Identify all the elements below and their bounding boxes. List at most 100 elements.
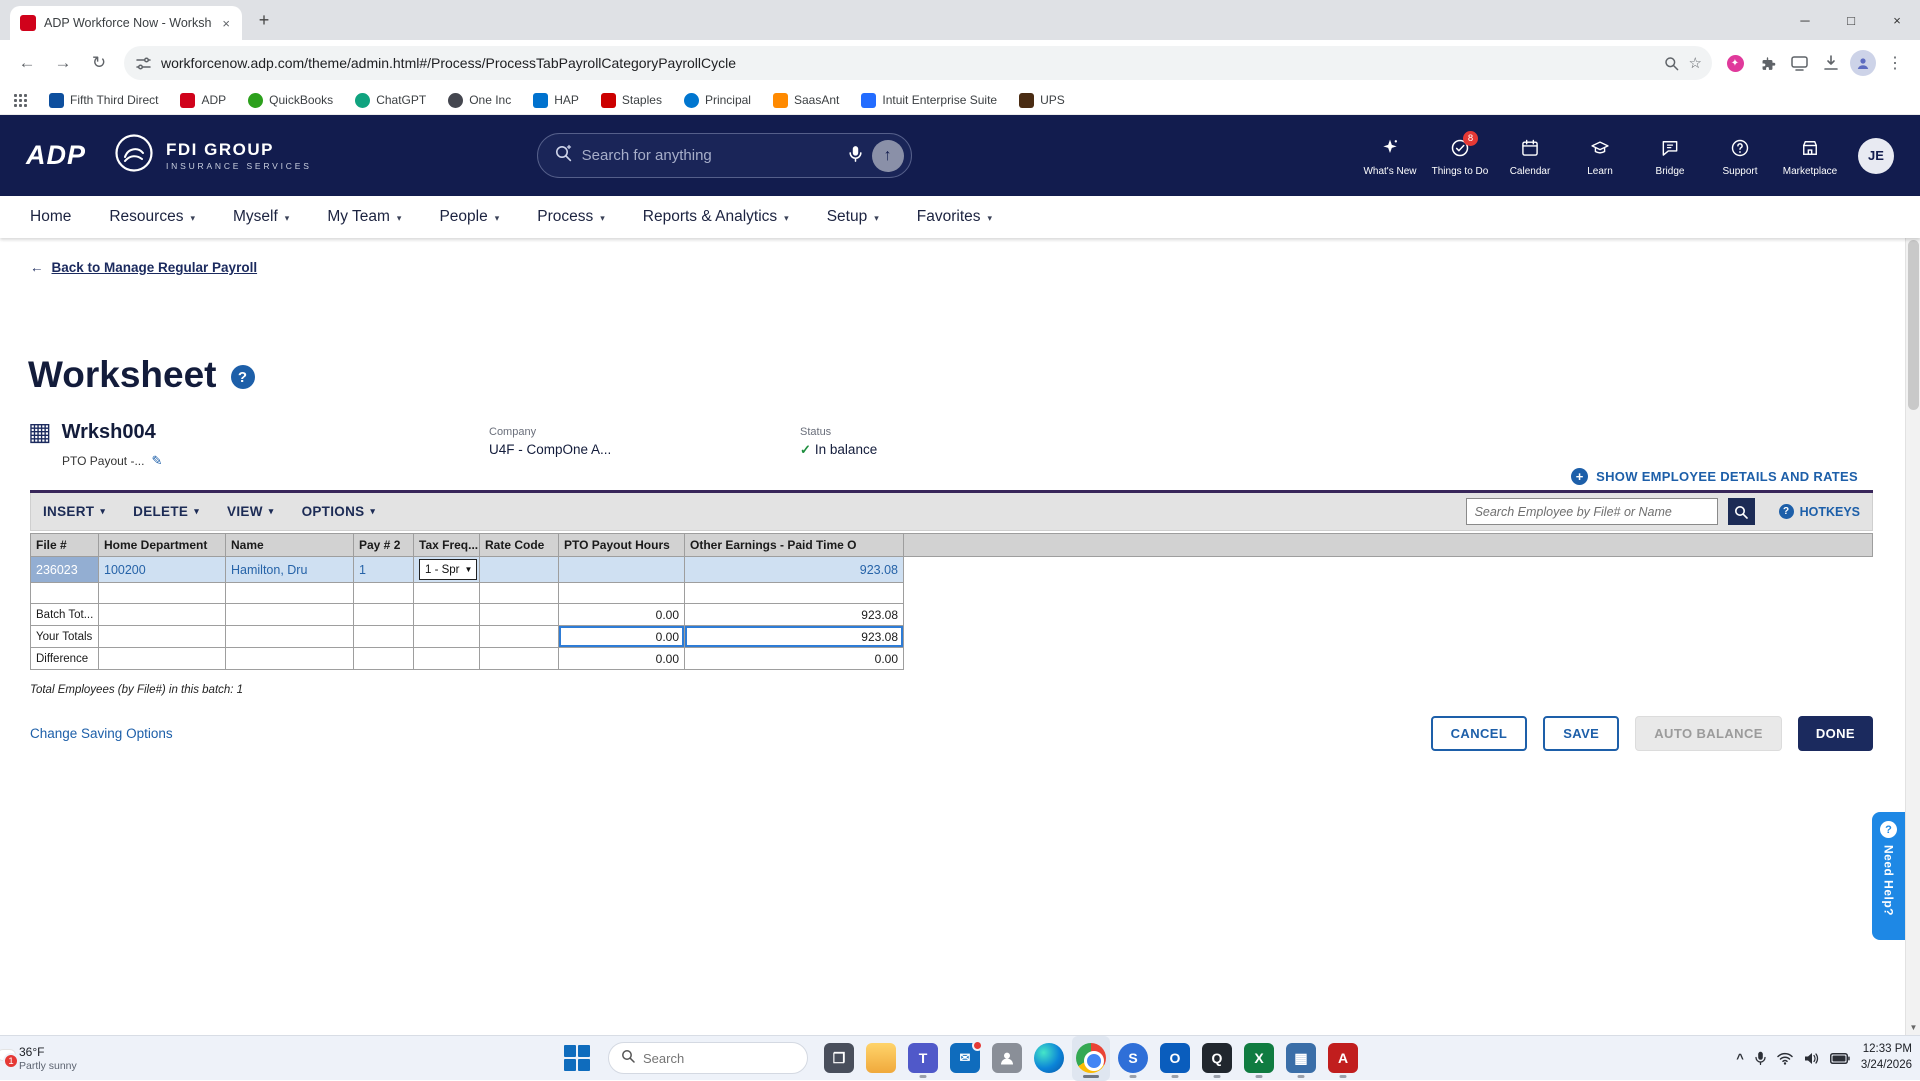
employee-search-button[interactable] bbox=[1727, 498, 1755, 525]
column-header[interactable]: Other Earnings - Paid Time O bbox=[685, 534, 904, 557]
refresh-button[interactable]: ↻ bbox=[82, 46, 116, 80]
bookmark-item[interactable]: HAP bbox=[533, 92, 579, 108]
calendar-button[interactable]: Calendar bbox=[1498, 135, 1562, 177]
back-to-payroll-link[interactable]: ← Back to Manage Regular Payroll bbox=[30, 260, 257, 275]
cell-pay-2[interactable]: 1 bbox=[354, 557, 414, 583]
cell-other-earnings[interactable]: 923.08 bbox=[685, 557, 904, 583]
file-explorer-button[interactable] bbox=[862, 1036, 900, 1081]
profile-avatar[interactable] bbox=[1848, 50, 1878, 76]
page-scrollbar[interactable]: ▼ bbox=[1905, 238, 1920, 1035]
scrollbar-thumb[interactable] bbox=[1908, 240, 1919, 410]
delete-menu-button[interactable]: DELETE ▾ bbox=[133, 504, 199, 519]
window-close-button[interactable]: × bbox=[1874, 0, 1920, 40]
nav-setup[interactable]: Setup ▾ bbox=[827, 208, 879, 226]
downloads-button[interactable] bbox=[1816, 55, 1846, 71]
column-header[interactable]: PTO Payout Hours bbox=[559, 534, 685, 557]
microphone-icon[interactable] bbox=[849, 145, 862, 167]
start-button[interactable] bbox=[558, 1036, 596, 1081]
save-to-device-icon[interactable] bbox=[1784, 55, 1814, 71]
cancel-button[interactable]: CANCEL bbox=[1430, 716, 1528, 751]
nav-people[interactable]: People ▾ bbox=[439, 208, 499, 226]
wifi-icon[interactable] bbox=[1777, 1052, 1793, 1065]
whats-new-button[interactable]: What's New bbox=[1358, 135, 1422, 177]
contacts-button[interactable] bbox=[988, 1036, 1026, 1081]
bookmark-item[interactable]: Intuit Enterprise Suite bbox=[861, 92, 997, 108]
hotkeys-link[interactable]: ? HOTKEYS bbox=[1778, 504, 1860, 519]
taskbar-search[interactable] bbox=[608, 1042, 808, 1074]
edge-button[interactable] bbox=[1030, 1036, 1068, 1081]
cell-file-number[interactable]: 236023 bbox=[31, 557, 99, 583]
bookmark-item[interactable]: Principal bbox=[683, 92, 751, 108]
bridge-button[interactable]: Bridge bbox=[1638, 135, 1702, 177]
extensions-puzzle-icon[interactable] bbox=[1752, 55, 1782, 72]
marketplace-button[interactable]: Marketplace bbox=[1778, 135, 1842, 177]
nav-resources[interactable]: Resources ▾ bbox=[109, 208, 195, 226]
bookmark-item[interactable]: UPS bbox=[1019, 92, 1065, 108]
teams-button[interactable]: T bbox=[904, 1036, 942, 1081]
scroll-down-arrow[interactable]: ▼ bbox=[1906, 1019, 1920, 1035]
column-header[interactable]: Pay # 2 bbox=[354, 534, 414, 557]
nav-process[interactable]: Process ▾ bbox=[537, 208, 605, 226]
quickbooks-button[interactable]: Q bbox=[1198, 1036, 1236, 1081]
help-icon[interactable]: ? bbox=[230, 365, 255, 389]
cell-pto-payout-hours[interactable] bbox=[559, 557, 685, 583]
bookmark-item[interactable]: SaasAnt bbox=[772, 92, 839, 108]
mail-button[interactable]: ✉ bbox=[946, 1036, 984, 1081]
employee-search-input[interactable] bbox=[1465, 498, 1718, 525]
skype-button[interactable]: S bbox=[1114, 1036, 1152, 1081]
options-menu-button[interactable]: OPTIONS ▾ bbox=[302, 504, 376, 519]
column-header[interactable]: Name bbox=[226, 534, 354, 557]
bookmark-item[interactable]: ChatGPT bbox=[355, 92, 426, 108]
browser-menu-icon[interactable]: ⋮ bbox=[1880, 53, 1910, 73]
battery-icon[interactable] bbox=[1829, 1052, 1850, 1064]
cell-tax-freq[interactable]: 1 - Spr ▼ bbox=[414, 557, 480, 583]
learn-button[interactable]: Learn bbox=[1568, 135, 1632, 177]
outlook-button[interactable]: O bbox=[1156, 1036, 1194, 1081]
extension-pink-icon[interactable]: ✦ bbox=[1720, 54, 1750, 72]
bookmark-item[interactable]: Staples bbox=[600, 92, 662, 108]
column-header[interactable]: Rate Code bbox=[480, 534, 559, 557]
global-search-input[interactable] bbox=[581, 147, 839, 164]
nav-myself[interactable]: Myself ▾ bbox=[233, 208, 289, 226]
view-menu-button[interactable]: VIEW ▾ bbox=[227, 504, 274, 519]
cell-home-department[interactable]: 100200 bbox=[99, 557, 226, 583]
empty-row[interactable] bbox=[31, 583, 1873, 604]
bookmark-item[interactable]: ADP bbox=[180, 92, 226, 108]
window-minimize-button[interactable]: ─ bbox=[1782, 0, 1828, 40]
support-button[interactable]: Support bbox=[1708, 135, 1772, 177]
column-header[interactable]: Home Department bbox=[99, 534, 226, 557]
your-total-pto-input[interactable]: 0.00 bbox=[559, 626, 685, 648]
mic-icon[interactable] bbox=[1755, 1051, 1766, 1065]
taskbar-search-input[interactable] bbox=[643, 1050, 773, 1066]
change-saving-options-link[interactable]: Change Saving Options bbox=[30, 726, 173, 741]
address-bar[interactable]: workforcenow.adp.com/theme/admin.html#/P… bbox=[124, 46, 1712, 80]
done-button[interactable]: DONE bbox=[1797, 716, 1873, 751]
bookmark-star-icon[interactable]: ☆ bbox=[1689, 54, 1702, 72]
nav-my-team[interactable]: My Team ▾ bbox=[327, 208, 401, 226]
excel-button[interactable]: X bbox=[1240, 1036, 1278, 1081]
insert-menu-button[interactable]: INSERT ▾ bbox=[43, 504, 105, 519]
taskbar-clock[interactable]: 12:33 PM 3/24/2026 bbox=[1861, 1042, 1912, 1073]
tray-expand-icon[interactable]: ^ bbox=[1736, 1051, 1744, 1066]
employee-row[interactable]: 236023 100200 Hamilton, Dru 1 1 - Spr ▼ … bbox=[31, 557, 1873, 583]
apps-grid-icon[interactable] bbox=[14, 93, 27, 107]
tab-close-icon[interactable]: × bbox=[220, 16, 232, 31]
lens-search-icon[interactable] bbox=[1664, 56, 1679, 71]
nav-reports-analytics[interactable]: Reports & Analytics ▾ bbox=[643, 208, 789, 226]
bookmark-item[interactable]: QuickBooks bbox=[248, 92, 333, 108]
cell-rate-code[interactable] bbox=[480, 557, 559, 583]
global-search[interactable]: ↑ bbox=[536, 133, 912, 178]
tax-frequency-select[interactable]: 1 - Spr ▼ bbox=[419, 559, 478, 580]
chrome-button[interactable] bbox=[1072, 1035, 1110, 1081]
back-button[interactable]: ← bbox=[10, 46, 44, 80]
browser-tab[interactable]: ADP Workforce Now - Workshe × bbox=[10, 6, 242, 40]
column-header[interactable]: Tax Freq... bbox=[414, 534, 480, 557]
save-button[interactable]: SAVE bbox=[1543, 716, 1620, 751]
user-avatar[interactable]: JE bbox=[1858, 137, 1894, 174]
nav-favorites[interactable]: Favorites ▾ bbox=[917, 208, 992, 226]
column-header[interactable]: File # bbox=[31, 534, 99, 557]
nav-home[interactable]: Home bbox=[30, 208, 71, 226]
need-help-tab[interactable]: ? Need Help? bbox=[1872, 812, 1905, 940]
window-maximize-button[interactable]: □ bbox=[1828, 0, 1874, 40]
acrobat-button[interactable]: A bbox=[1324, 1036, 1362, 1081]
